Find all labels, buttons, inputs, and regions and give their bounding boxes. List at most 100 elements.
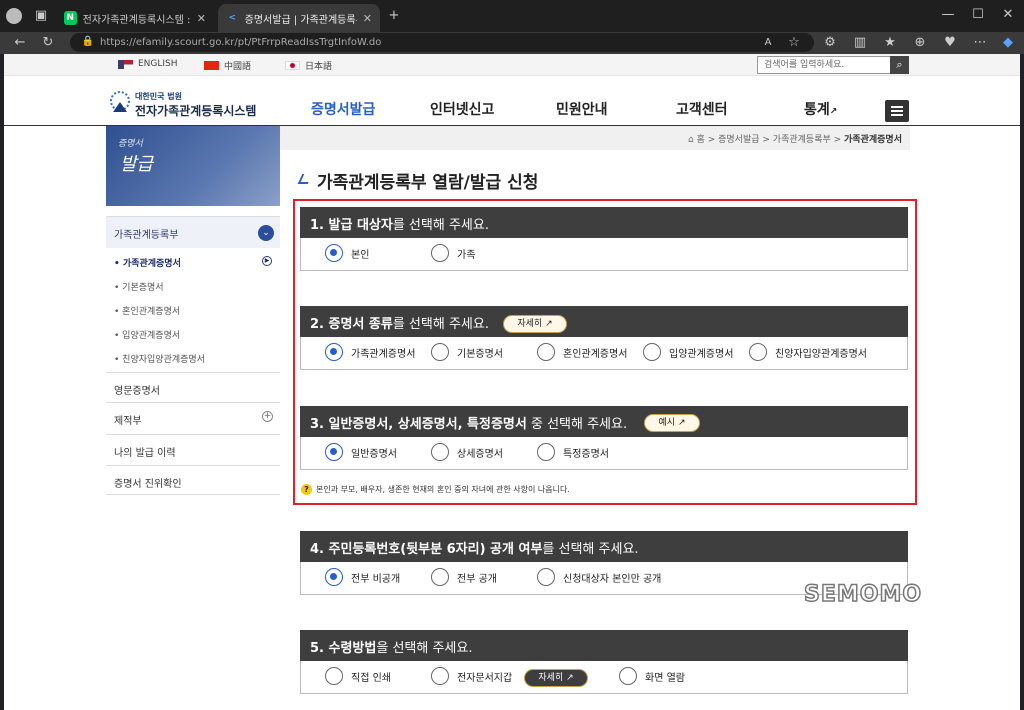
sidebar-sub-marriage[interactable]: • 혼인관계증명서: [114, 304, 180, 317]
radio-icon[interactable]: [749, 343, 767, 361]
external-link-icon: ↗: [542, 319, 553, 329]
sidebar-sub-adoption[interactable]: • 입양관계증명서: [114, 328, 180, 341]
sidebar-item-history[interactable]: 나의 발급 이력: [106, 434, 280, 464]
breadcrumb-item[interactable]: 증명서발급: [718, 135, 759, 145]
minimize-icon[interactable]: —: [940, 7, 956, 23]
sidebar-sub-full-adoption[interactable]: • 친양자입양관계증명서: [114, 352, 205, 365]
section-header-rrn: 4. 주민등록번호(뒷부분 6자리) 공개 여부를 선택해 주세요.: [300, 531, 908, 562]
more-icon[interactable]: ⋯: [972, 35, 988, 51]
site-header: 대한민국 법원 전자가족관계등록시스템 증명서발급 인터넷신고 민원안내 고객센…: [4, 76, 1020, 126]
split-screen-icon[interactable]: ▥: [852, 35, 868, 51]
button-label: 자세히: [517, 319, 543, 329]
radio-icon[interactable]: [431, 244, 449, 262]
radio-family[interactable]: 가족: [431, 244, 475, 262]
radio-icon[interactable]: [619, 667, 637, 685]
radio-full-adoption[interactable]: 친양자입양관계증명서: [749, 343, 867, 361]
radio-wallet[interactable]: 전자문서지갑: [431, 667, 512, 685]
read-aloud-icon[interactable]: A: [760, 35, 776, 51]
radio-icon[interactable]: [431, 443, 449, 461]
radio-adoption[interactable]: 입양관계증명서: [643, 343, 733, 361]
sidebar-group-label: 가족관계등록부: [114, 230, 179, 241]
radio-icon[interactable]: [431, 343, 449, 361]
radio-selected-icon[interactable]: [325, 343, 343, 361]
nav-civil-guide[interactable]: 민원안내: [556, 99, 608, 119]
browser-tab-bar: ▣ N 전자가족관계등록시스템 : 네이버 ✕ < 증명서발급 | 가족관계등록…: [0, 0, 1024, 32]
logo-title[interactable]: 전자가족관계등록시스템: [135, 102, 256, 119]
option-label: 화면 열람: [645, 672, 685, 684]
radio-selected-icon[interactable]: [325, 443, 343, 461]
favorite-star-icon[interactable]: ☆: [786, 35, 802, 51]
sidebar-item-english-cert[interactable]: 영문증명서: [106, 372, 280, 402]
browser-tab-efamily[interactable]: < 증명서발급 | 가족관계등록부 | 가 ✕: [218, 4, 380, 32]
breadcrumb-item[interactable]: 가족관계등록부: [773, 135, 831, 145]
radio-icon[interactable]: [325, 667, 343, 685]
info-note: ? 본인과 부모, 배우자, 생존한 현재의 혼인 중의 자녀에 관한 사항이 …: [301, 484, 570, 495]
window-close-icon[interactable]: ✕: [1000, 7, 1016, 23]
sidebar-item-verify[interactable]: 증명서 진위확인: [106, 465, 280, 495]
radio-general[interactable]: 일반증명서: [325, 443, 397, 461]
radio-self-only[interactable]: 신청대상자 본인만 공개: [537, 568, 661, 586]
radio-detailed[interactable]: 상세증명서: [431, 443, 503, 461]
back-icon[interactable]: ←: [12, 35, 28, 51]
radio-all-public[interactable]: 전부 공개: [431, 568, 497, 586]
radio-icon[interactable]: [431, 667, 449, 685]
sidebar-item-removed-register[interactable]: 제적부 +: [106, 402, 280, 432]
extensions-icon[interactable]: ⚙: [822, 35, 838, 51]
radio-family-relation[interactable]: 가족관계증명서: [325, 343, 415, 361]
nav-label: 통계: [804, 102, 830, 118]
nav-customer-center[interactable]: 고객센터: [676, 99, 728, 119]
example-button[interactable]: 예시 ↗: [644, 414, 700, 432]
close-tab-icon[interactable]: ✕: [197, 12, 206, 25]
radio-selected-icon[interactable]: [325, 244, 343, 262]
collections-icon[interactable]: ⊕: [912, 35, 928, 51]
profile-icon[interactable]: [6, 8, 22, 24]
reload-icon[interactable]: ↻: [40, 35, 56, 51]
sidebar-sub-basic[interactable]: • 기본증명서: [114, 280, 164, 293]
radio-print[interactable]: 직접 인쇄: [325, 667, 391, 685]
radio-specific[interactable]: 특정증명서: [537, 443, 609, 461]
nav-internet-report[interactable]: 인터넷신고: [430, 99, 494, 119]
section-title-rest: 를 선택해 주세요.: [392, 218, 489, 233]
option-label: 입양관계증명서: [669, 348, 734, 360]
nav-certificate[interactable]: 증명서발급: [311, 99, 375, 119]
sidebar-sub-family-relation[interactable]: • 가족관계증명서 ▶: [114, 256, 272, 269]
radio-selected-icon[interactable]: [325, 568, 343, 586]
home-icon[interactable]: ⌂: [688, 135, 694, 145]
tab-actions-icon[interactable]: ▣: [33, 8, 49, 24]
radio-basic[interactable]: 기본증명서: [431, 343, 503, 361]
search-input[interactable]: 검색어를 입력하세요.: [757, 56, 909, 74]
maximize-icon[interactable]: ☐: [970, 7, 986, 23]
detail-button-receive[interactable]: 자세히 ↗: [524, 669, 588, 687]
copilot-icon[interactable]: ◆: [1000, 35, 1016, 51]
radio-icon[interactable]: [537, 343, 555, 361]
banner-text-large: 발급: [120, 154, 154, 175]
close-tab-icon[interactable]: ✕: [363, 12, 372, 25]
section-title: 4. 주민등록번호(뒷부분 6자리) 공개 여부: [310, 542, 543, 557]
radio-icon[interactable]: [643, 343, 661, 361]
external-link-icon: ↗: [829, 107, 838, 117]
lang-english-link[interactable]: ENGLISH: [118, 59, 178, 69]
radio-marriage[interactable]: 혼인관계증명서: [537, 343, 627, 361]
radio-icon[interactable]: [537, 568, 555, 586]
breadcrumb-home[interactable]: 홈: [697, 135, 705, 145]
radio-screen-view[interactable]: 화면 열람: [619, 667, 685, 685]
section-header-target: 1. 발급 대상자를 선택해 주세요.: [300, 207, 908, 238]
lang-japanese-link[interactable]: 日本語: [285, 59, 332, 72]
radio-icon[interactable]: [537, 443, 555, 461]
new-tab-icon[interactable]: +: [386, 8, 402, 24]
favorites-icon[interactable]: ★: [882, 35, 898, 51]
detail-button-type[interactable]: 자세히 ↗: [503, 315, 567, 333]
chevron-down-icon[interactable]: ⌄: [258, 225, 274, 241]
tab-title: 전자가족관계등록시스템 : 네이버: [82, 14, 191, 26]
url-field[interactable]: 🔒 https://efamily.scourt.go.kr/pt/PtFrrp…: [70, 33, 814, 52]
search-icon[interactable]: ⌕: [890, 56, 909, 74]
radio-self[interactable]: 본인: [325, 244, 369, 262]
browser-tab-naver[interactable]: N 전자가족관계등록시스템 : 네이버 ✕: [56, 4, 214, 32]
performance-icon[interactable]: ♥: [942, 35, 958, 51]
radio-all-private[interactable]: 전부 비공개: [325, 568, 400, 586]
radio-icon[interactable]: [431, 568, 449, 586]
lang-chinese-link[interactable]: 中國語: [204, 59, 251, 72]
sidebar-group-family-register[interactable]: 가족관계등록부 ⌄: [106, 216, 280, 248]
hamburger-menu-icon[interactable]: [885, 100, 909, 122]
nav-statistics[interactable]: 통계↗: [804, 99, 837, 119]
